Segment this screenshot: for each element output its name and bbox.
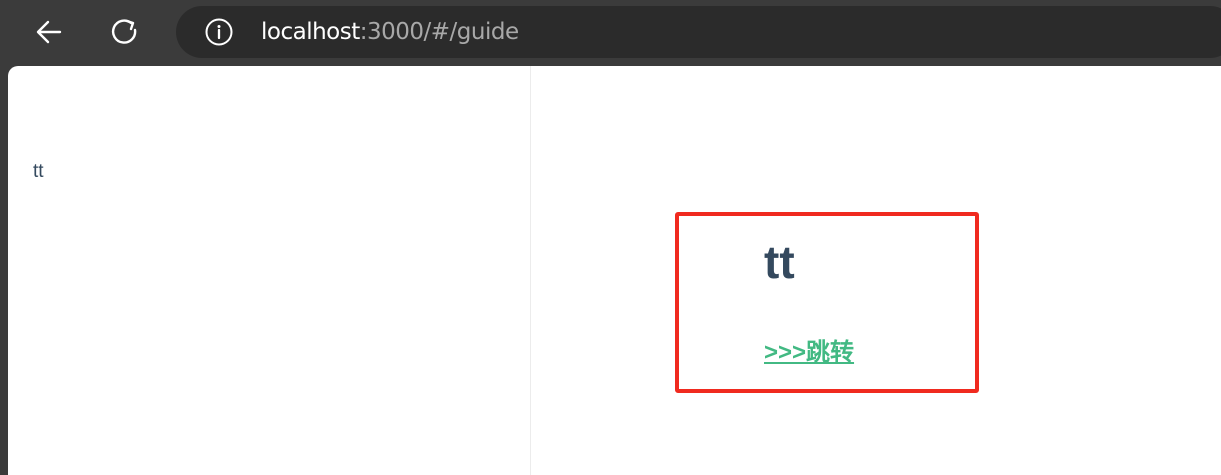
info-icon[interactable] — [204, 17, 234, 47]
right-panel: tt >>>跳转 — [531, 66, 1221, 475]
address-bar[interactable]: localhost:3000/#/guide — [176, 6, 1221, 58]
browser-toolbar: localhost:3000/#/guide — [0, 0, 1221, 66]
page-title: tt — [764, 236, 795, 288]
refresh-icon — [111, 19, 137, 44]
highlight-box: tt >>>跳转 — [675, 212, 979, 393]
refresh-button[interactable] — [107, 14, 143, 50]
left-panel-text: tt — [33, 161, 44, 182]
url-text[interactable]: localhost:3000/#/guide — [261, 18, 519, 46]
url-path: :3000/#/guide — [359, 19, 519, 45]
arrow-left-icon — [36, 20, 62, 44]
back-button[interactable] — [31, 14, 67, 50]
jump-link[interactable]: >>>跳转 — [764, 332, 854, 367]
page-viewport: tt tt >>>跳转 — [8, 66, 1221, 475]
url-host: localhost — [261, 19, 360, 45]
left-panel: tt — [8, 66, 531, 475]
